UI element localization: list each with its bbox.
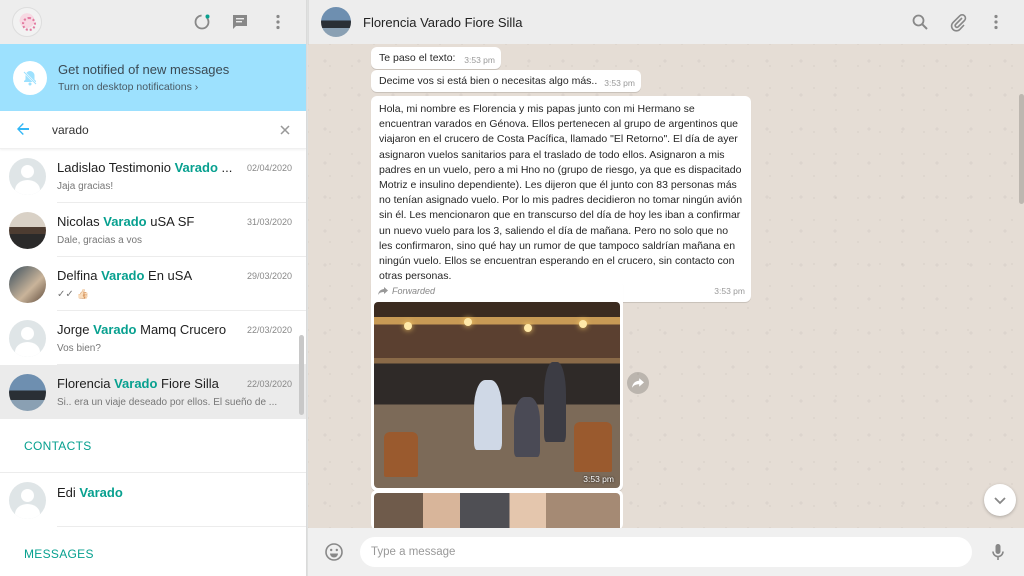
sidebar-scrollbar[interactable] <box>299 335 304 415</box>
chat-snippet: Si.. era un viaje deseado por ellos. El … <box>57 397 278 408</box>
notification-link[interactable]: Turn on desktop notifications › <box>58 81 229 93</box>
message-bubble[interactable]: Hola, mi nombre es Florencia y mis papas… <box>371 96 751 303</box>
forwarded-label: Forwarded <box>392 286 436 296</box>
photo-message[interactable]: Forwarded 3:53 pm <box>371 280 623 491</box>
chat-name: Florencia Varado Fiore Silla <box>57 376 219 391</box>
chat-name: Jorge Varado Mamq Crucero <box>57 322 227 337</box>
message-time: 3:53 pm <box>714 286 745 297</box>
message-text: Hola, mi nombre es Florencia y mis papas… <box>379 103 743 283</box>
search-icon[interactable] <box>910 12 930 32</box>
chat-list: Ladislao Testimonio Varado ... Jaja grac… <box>0 149 306 576</box>
chat-snippet: Vos bien? <box>57 343 101 354</box>
contact-list-item[interactable]: Edi Varado <box>0 473 306 527</box>
message-bubble[interactable]: Te paso el texto: 3:53 pm <box>371 47 501 69</box>
avatar <box>9 481 46 519</box>
back-arrow-icon[interactable] <box>14 120 34 140</box>
photo-image[interactable] <box>374 493 620 528</box>
menu-icon[interactable] <box>986 12 1006 32</box>
chat-list-item[interactable]: Delfina Varado En uSA ✓✓ 👍🏻 29/03/2020 <box>0 257 306 311</box>
conversation-header[interactable]: Florencia Varado Fiore Silla <box>308 0 1024 44</box>
avatar <box>9 265 46 303</box>
emoji-icon[interactable] <box>324 542 344 562</box>
message-text: Decime vos si está bien o necesitas algo… <box>379 75 598 87</box>
search-input[interactable] <box>52 122 252 137</box>
mic-icon[interactable] <box>988 542 1008 562</box>
chat-name: Ladislao Testimonio Varado ... <box>57 160 233 175</box>
bell-off-icon <box>13 60 47 95</box>
message-time: 3:53 pm <box>464 55 495 65</box>
avatar[interactable] <box>321 7 351 37</box>
conversation-pane: Florencia Varado Fiore Silla Te paso el … <box>308 0 1024 576</box>
scroll-down-button[interactable] <box>984 484 1016 516</box>
notification-banner[interactable]: Get notified of new messages Turn on des… <box>0 44 306 111</box>
forwarded-indicator: Forwarded <box>374 283 620 302</box>
message-scrollbar[interactable] <box>1019 94 1024 204</box>
chat-list-item[interactable]: Ladislao Testimonio Varado ... Jaja grac… <box>0 149 306 203</box>
my-avatar[interactable] <box>12 7 42 37</box>
chevron-down-icon <box>994 497 1006 505</box>
chat-date: 22/03/2020 <box>246 325 292 335</box>
avatar <box>9 157 46 195</box>
avatar <box>9 211 46 249</box>
message-text: Te paso el texto: <box>379 52 456 64</box>
chat-list-item-active[interactable]: Florencia Varado Fiore Silla Si.. era un… <box>0 365 306 419</box>
conversation-title: Florencia Varado Fiore Silla <box>363 14 523 30</box>
chat-snippet: Dale, gracias a vos <box>57 235 143 246</box>
chat-date: 02/04/2020 <box>246 163 292 173</box>
avatar <box>9 319 46 357</box>
photo-time: 3:53 pm <box>583 474 614 484</box>
message-input[interactable] <box>360 537 972 567</box>
sidebar: Get notified of new messages Turn on des… <box>0 0 307 576</box>
chat-date: 31/03/2020 <box>246 217 292 227</box>
message-bubble[interactable]: Decime vos si está bien o necesitas algo… <box>371 70 641 92</box>
photo-message[interactable] <box>371 490 623 528</box>
contact-name: Edi Varado <box>57 485 123 500</box>
avatar <box>9 373 46 411</box>
message-time: 3:53 pm <box>604 78 635 88</box>
chat-list-item[interactable]: Nicolas Varado uSA SF Dale, gracias a vo… <box>0 203 306 257</box>
chat-snippet: Jaja gracias! <box>57 181 114 192</box>
chat-date: 22/03/2020 <box>246 379 292 389</box>
notification-title: Get notified of new messages <box>58 62 230 77</box>
forward-button[interactable] <box>627 372 649 394</box>
forward-icon <box>378 287 388 295</box>
attach-icon[interactable] <box>948 12 968 32</box>
clear-icon[interactable] <box>279 123 291 141</box>
contacts-section-label: CONTACTS <box>0 419 306 473</box>
status-icon[interactable] <box>192 12 212 32</box>
photo-image[interactable]: 3:53 pm <box>374 302 620 488</box>
compose-bar <box>308 528 1024 576</box>
search-bar <box>0 111 306 149</box>
chat-name: Delfina Varado En uSA <box>57 268 193 283</box>
chat-list-item[interactable]: Jorge Varado Mamq Crucero Vos bien? 22/0… <box>0 311 306 365</box>
new-chat-icon[interactable] <box>230 12 250 32</box>
chat-date: 29/03/2020 <box>246 271 292 281</box>
chat-snippet: ✓✓ 👍🏻 <box>57 289 89 300</box>
message-area: Te paso el texto: 3:53 pm Decime vos si … <box>308 44 1024 528</box>
chat-name: Nicolas Varado uSA SF <box>57 214 195 229</box>
sidebar-header <box>0 0 306 44</box>
messages-section-label: MESSAGES <box>24 547 94 561</box>
menu-icon[interactable] <box>268 12 288 32</box>
